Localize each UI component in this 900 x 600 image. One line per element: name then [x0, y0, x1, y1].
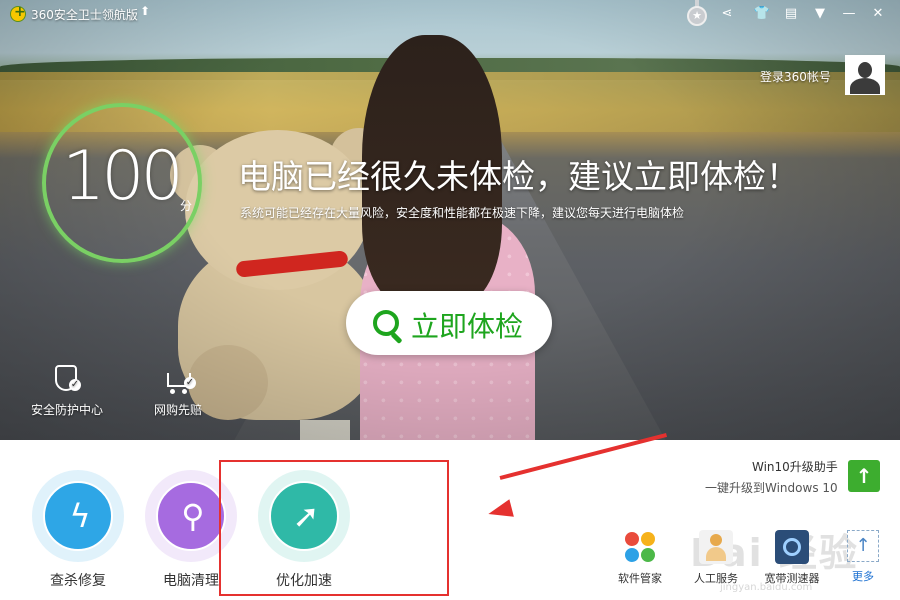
shopping-cart-icon: ✓	[162, 365, 196, 395]
subline: 系统可能已经存在大量风险，安全度和性能都在极速下降，建议您每天进行电脑体检	[240, 206, 685, 220]
tool-label: 更多	[852, 570, 874, 583]
avatar[interactable]	[845, 55, 885, 95]
tool-label: 软件管家	[618, 572, 662, 585]
check-now-button[interactable]: 立即体检	[346, 291, 552, 355]
feature-ring: ϟ	[32, 470, 124, 562]
win10-upgrade-button[interactable]: ↑	[848, 460, 880, 492]
avatar-shoulders	[850, 78, 880, 94]
login-link[interactable]: 登录360帐号	[760, 68, 831, 85]
close-icon[interactable]: ✕	[868, 4, 888, 24]
medal-icon[interactable]: ★	[687, 6, 707, 26]
software-manager-icon	[623, 530, 657, 564]
feature-label: 查杀修复	[50, 573, 106, 589]
headline: 电脑已经很久未体检，建议立即体检！	[238, 157, 799, 196]
feature-circle: ⚲	[156, 481, 226, 551]
speed-test-icon	[775, 530, 809, 564]
broom-icon: ⚲	[181, 497, 205, 535]
win10-subtitle: 一键升级到Windows 10	[705, 481, 838, 495]
security-center-label: 安全防护中心	[30, 403, 103, 417]
share-icon[interactable]: ⋖	[717, 4, 737, 24]
annotation-highlight-box	[219, 460, 449, 596]
manual-service-icon	[699, 530, 733, 564]
feature-circle: ϟ	[43, 481, 113, 551]
score-value: 100	[62, 137, 184, 216]
menu-icon[interactable]: ▼	[810, 4, 830, 24]
lightning-icon: ϟ	[69, 497, 91, 535]
title-bar: 360安全卫士领航版 ⬆ ★ ⋖ 👕 ▤ ▼ — ✕	[0, 0, 900, 28]
win10-title[interactable]: Win10升级助手	[752, 458, 838, 475]
app-title: 360安全卫士领航版	[31, 8, 138, 22]
upgrade-arrow-icon[interactable]: ⬆	[140, 4, 150, 18]
search-icon	[373, 310, 399, 336]
app-logo-icon	[10, 4, 26, 22]
skin-shirt-icon[interactable]: 👕	[752, 4, 772, 24]
security-center-button[interactable]: ✓ 安全防护中心	[22, 365, 112, 418]
check-now-label: 立即体检	[411, 310, 524, 343]
tool-speed-test[interactable]: 宽带测速器	[762, 530, 822, 586]
shopping-compensation-label: 网购先赔	[153, 403, 202, 417]
tool-manual-service[interactable]: 人工服务	[686, 530, 746, 586]
tool-label: 人工服务	[694, 572, 738, 585]
feedback-icon[interactable]: ▤	[781, 4, 801, 24]
shopping-compensation-button[interactable]: ✓ 网购先赔	[133, 365, 223, 418]
score-unit: 分	[180, 199, 193, 213]
minimize-icon[interactable]: —	[839, 4, 859, 24]
shield-check-icon: ✓	[51, 365, 83, 395]
up-arrow-icon: ↑	[855, 464, 873, 488]
tool-software-manager[interactable]: 软件管家	[610, 530, 670, 586]
tool-more[interactable]: ↑ 更多	[833, 530, 893, 584]
tool-label: 宽带测速器	[764, 572, 820, 585]
feature-scan-repair[interactable]: ϟ 查杀修复	[30, 470, 126, 590]
more-icon: ↑	[847, 530, 879, 562]
avatar-head	[858, 62, 872, 78]
